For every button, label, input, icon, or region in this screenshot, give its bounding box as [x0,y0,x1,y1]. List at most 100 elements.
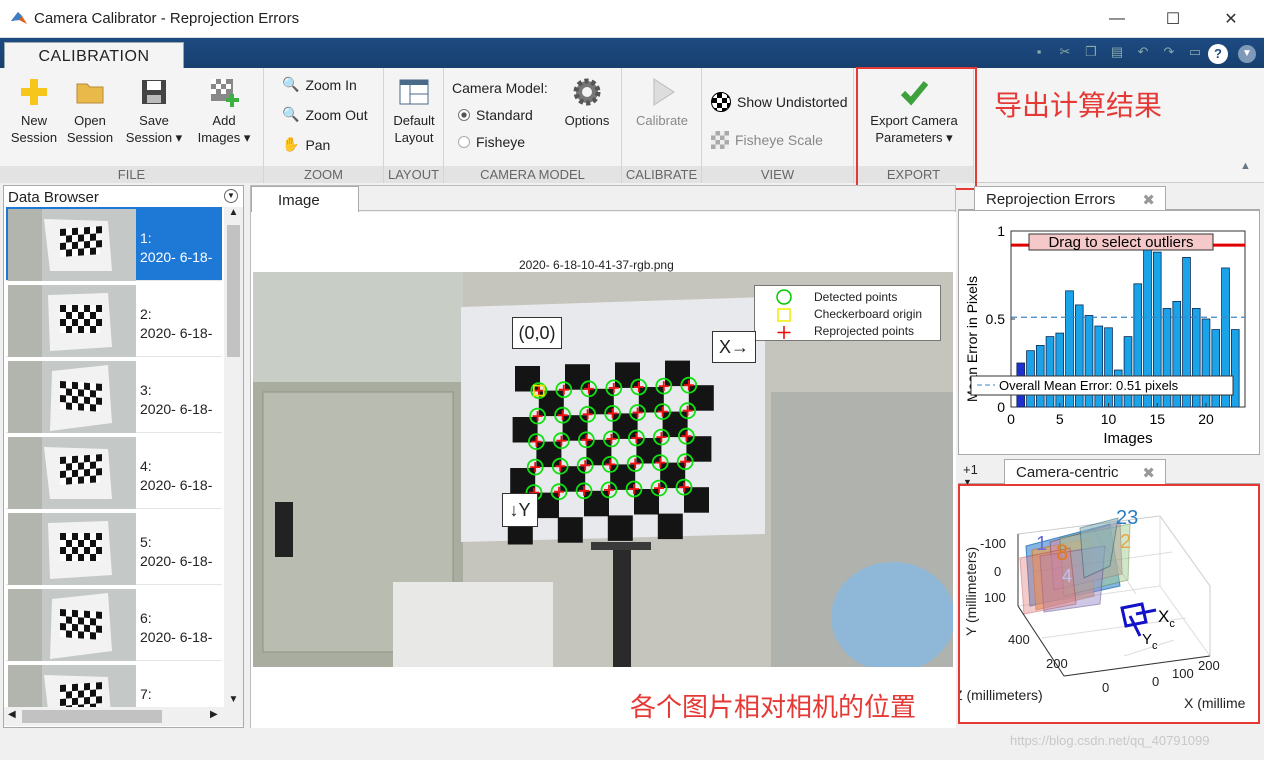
pattern-id-2: 2 [1120,531,1131,553]
list-item[interactable]: 3: 2020- 6-18- [6,359,222,433]
checker-circle-icon [711,92,731,112]
vertical-scrollbar[interactable]: ▲ ▼ [224,207,243,707]
zoom-out-icon: 🔍 [282,106,300,122]
checker-icon [711,131,729,149]
gear-icon [573,78,601,106]
thumbnail-image [8,665,136,707]
new-session-button[interactable]: New Session [6,76,62,146]
camera-centric-plot[interactable]: 23 2 1 8 4 Xc Yc -100 0 100 400 200 0 0 … [954,486,1258,722]
camera-y-axis-label: Yc [1142,631,1158,652]
list-item-name: 2020- 6-18- [140,629,213,645]
tab-reprojection-errors[interactable]: Reprojection Errors ✖ [974,186,1166,211]
calibrate-button[interactable]: Calibrate [628,76,696,129]
x-axis-title: X (millime [1184,695,1246,711]
new-icon [21,79,47,105]
list-item-name: 2020- 6-18- [140,249,213,265]
pan-button[interactable]: ✋ Pan [282,136,330,153]
checker-square [636,438,662,464]
add-images-icon [211,79,239,107]
minimize-button[interactable]: — [1094,0,1140,38]
cut-icon[interactable]: ✂ [1056,44,1074,62]
checker-square [565,364,590,390]
layout-group-label: LAYOUT [384,166,443,183]
x-tick-0: 0 [1152,674,1159,689]
horizontal-scrollbar[interactable]: ◀ ▶ [4,707,243,726]
checker-square [610,464,636,490]
close-tab-icon[interactable]: ✖ [1142,464,1155,482]
checkerboard-origin-icon [777,308,791,322]
list-item-number: 5: [140,534,152,550]
help-icon[interactable]: ? [1208,44,1228,64]
close-button[interactable]: ✕ [1208,0,1254,38]
y-tick-0: 0 [994,564,1001,579]
tab-image[interactable]: Image [251,186,359,212]
paste-icon[interactable]: ▤ [1108,44,1126,62]
y-tick-100: 100 [984,590,1006,605]
panel-menu-icon[interactable]: ▼ [224,189,238,203]
close-tab-icon[interactable]: ✖ [1142,191,1155,209]
file-group: New Session Open Session Save Session ▾ Add… [0,68,264,183]
export-highlight-box [856,67,977,190]
position-annotation: 各个图片相对相机的位置 [630,687,917,724]
x-tick-200: 200 [1198,658,1220,673]
list-item[interactable]: 6: 2020- 6-18- [6,587,222,661]
default-layout-button[interactable]: Default Layout [386,76,442,146]
scroll-thumb[interactable] [227,225,240,357]
thumbnail-image [8,285,136,357]
list-item[interactable]: 1: 2020- 6-18- [6,207,222,281]
scroll-right-icon[interactable]: ▶ [210,709,218,720]
copy-icon[interactable]: ❐ [1082,44,1100,62]
radio-icon [458,136,470,148]
save-session-button[interactable]: Save Session ▾ [122,76,186,146]
checker-square [536,441,562,468]
options-button[interactable]: Options [558,76,616,129]
window-icon[interactable]: ▭ [1186,44,1204,62]
thumbnail-image [8,209,136,281]
list-item[interactable]: 7: [6,663,222,707]
scroll-left-icon[interactable]: ◀ [8,709,16,720]
redo-icon[interactable]: ↷ [1160,44,1178,62]
list-item[interactable]: 4: 2020- 6-18- [6,435,222,509]
undo-icon[interactable]: ↶ [1134,44,1152,62]
scroll-thumb-h[interactable] [22,710,162,723]
zoom-out-button[interactable]: 🔍 Zoom Out [282,106,368,123]
y-axis-label: ↓Y [502,493,538,527]
collapse-ribbon-icon[interactable]: ▲ [1240,160,1251,172]
scroll-down-icon[interactable]: ▼ [224,694,243,705]
checker-square [512,417,538,443]
checker-square [684,487,709,513]
checker-square [510,468,536,494]
save-icon[interactable]: ▪ [1030,44,1048,62]
x-tick-100: 100 [1172,666,1194,681]
quick-access-toolbar: ▪ ✂ ❐ ▤ ↶ ↷ ▭ [1030,44,1204,64]
show-undistorted-button[interactable]: Show Undistorted [711,92,848,112]
fisheye-radio[interactable]: Fisheye [458,134,525,150]
reprojected-points-icon [777,326,791,339]
reprojection-bar-chart[interactable]: 00.510 5 10 15 20ImagesMean Error in PixelsD… [959,211,1259,454]
list-item[interactable]: 5: 2020- 6-18- [6,511,222,585]
view-group-label: VIEW [702,166,853,183]
thumbnail-list: 1: 2020- 6-18- 2: 2020- 6-18- 3: 2020- 6-18- 4… [4,207,224,707]
zoom-in-button[interactable]: 🔍 Zoom In [282,76,357,93]
fisheye-scale-button[interactable]: Fisheye Scale [711,131,823,149]
legend-reprojected: Reprojected points [814,324,915,338]
add-images-button[interactable]: Add Images ▾ [190,76,258,146]
camera-model-group: Camera Model: Standard Fisheye Options C… [444,68,622,183]
scroll-up-icon[interactable]: ▲ [224,207,243,218]
menu-down-icon[interactable]: ▼ [1238,45,1256,63]
bar-12 [1123,336,1133,408]
calibrate-group-label: CALIBRATE [622,166,701,183]
x-axis-label: X→ [712,331,756,363]
y-axis-title: Y (millimeters) [963,547,979,636]
matlab-logo-icon [11,12,27,24]
checker-square [586,439,612,466]
list-item[interactable]: 2: 2020- 6-18- [6,283,222,357]
maximize-button[interactable]: ☐ [1150,0,1196,38]
checker-square [615,362,640,388]
open-session-button[interactable]: Open Session [62,76,118,146]
tab-calibration[interactable]: CALIBRATION [4,42,184,70]
list-item-number: 1: [140,230,152,246]
list-item-name: 2020- 6-18- [140,401,213,417]
tab-camera-centric[interactable]: Camera-centric ✖ [1004,459,1166,485]
standard-radio[interactable]: Standard [458,107,533,123]
